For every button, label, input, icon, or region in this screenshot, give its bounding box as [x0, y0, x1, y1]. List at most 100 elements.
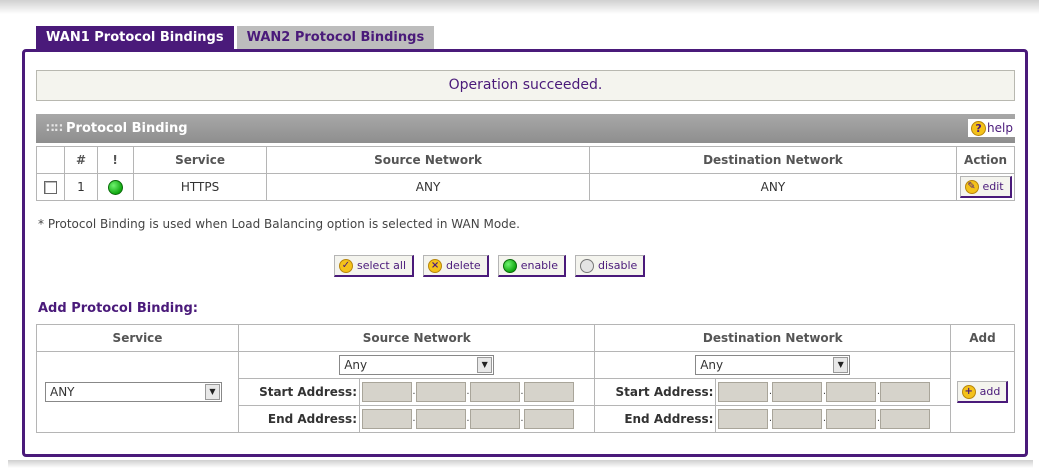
- add-button-cell: + add: [950, 351, 1015, 433]
- source-end-octet-2[interactable]: [416, 409, 466, 429]
- add-col-service: Service: [36, 324, 239, 352]
- col-service: Service: [132, 146, 268, 174]
- destination-start-octet-1[interactable]: [718, 382, 769, 402]
- disable-button[interactable]: disable: [575, 255, 646, 277]
- add-col-add: Add: [950, 324, 1015, 352]
- destination-value: Any: [700, 358, 724, 372]
- load-balancing-note: * Protocol Binding is used when Load Bal…: [38, 217, 520, 231]
- destination-start-cell: . . .: [715, 378, 951, 406]
- row-destination: ANY: [588, 173, 958, 201]
- row-select-cell: [35, 173, 66, 201]
- top-shade: [0, 0, 1039, 14]
- destination-select-cell: Any ▼: [594, 351, 951, 379]
- protocol-binding-table: # ! Service Source Network Destination N…: [35, 146, 1015, 201]
- source-value: Any: [344, 358, 368, 372]
- source-end-ip: . . .: [360, 409, 594, 429]
- destination-end-ip: . . .: [716, 409, 950, 429]
- col-index: #: [64, 146, 98, 174]
- destination-end-cell: . . .: [715, 405, 951, 433]
- add-binding-title: Add Protocol Binding:: [38, 301, 198, 316]
- source-end-octet-1[interactable]: [362, 409, 412, 429]
- source-start-ip: . . .: [360, 382, 594, 402]
- col-destination-network: Destination Network: [588, 146, 958, 174]
- service-select[interactable]: ANY ▼: [45, 382, 222, 402]
- add-label: add: [979, 385, 1001, 398]
- source-end-label: End Address:: [238, 405, 360, 433]
- source-select-cell: Any ▼: [237, 351, 596, 379]
- frame-shadow: [8, 460, 1033, 468]
- row-source: ANY: [266, 173, 590, 201]
- chevron-down-icon: ▼: [205, 384, 220, 400]
- row-checkbox[interactable]: [44, 181, 58, 194]
- source-start-octet-3[interactable]: [470, 382, 520, 402]
- source-end-octet-3[interactable]: [470, 409, 520, 429]
- destination-end-label: End Address:: [594, 405, 717, 433]
- service-cell: ANY ▼: [36, 351, 239, 433]
- plus-icon: +: [961, 384, 976, 399]
- x-icon: ×: [428, 258, 443, 273]
- row-service: HTTPS: [132, 173, 268, 201]
- source-start-octet-4[interactable]: [524, 382, 574, 402]
- destination-end-octet-1[interactable]: [718, 409, 769, 429]
- table-header-row: # ! Service Source Network Destination N…: [35, 146, 1015, 174]
- protocol-binding-header: ∷∷ Protocol Binding ? help: [36, 114, 1015, 143]
- add-header-row: Service Source Network Destination Netwo…: [36, 324, 1015, 352]
- destination-start-label: Start Address:: [594, 378, 717, 406]
- add-button[interactable]: + add: [956, 381, 1009, 403]
- enable-button[interactable]: enable: [497, 255, 566, 277]
- destination-start-ip: . . .: [716, 382, 950, 402]
- delete-label: delete: [446, 259, 481, 272]
- destination-start-octet-3[interactable]: [826, 382, 877, 402]
- add-col-source-network: Source Network: [237, 324, 596, 352]
- destination-end-octet-4[interactable]: [880, 409, 931, 429]
- pencil-icon: ✎: [964, 179, 979, 194]
- destination-network-select[interactable]: Any ▼: [695, 355, 851, 375]
- network-select-row: ANY ▼ Any ▼ Any ▼ + add: [36, 351, 1015, 433]
- destination-start-octet-4[interactable]: [880, 382, 931, 402]
- status-enabled-icon: [107, 179, 123, 195]
- tab-wan2-protocol-bindings[interactable]: WAN2 Protocol Bindings: [236, 26, 435, 50]
- col-status: !: [96, 146, 134, 174]
- add-binding-table: Service Source Network Destination Netwo…: [36, 324, 1015, 433]
- col-action: Action: [956, 146, 1015, 174]
- select-all-button[interactable]: ✓ select all: [334, 255, 415, 277]
- source-start-octet-1[interactable]: [362, 382, 412, 402]
- tab-wan1-protocol-bindings[interactable]: WAN1 Protocol Bindings: [36, 26, 234, 50]
- table-row: 1 HTTPS ANY ANY ✎ edit: [35, 173, 1015, 201]
- help-link[interactable]: ? help: [968, 119, 1015, 137]
- disable-icon: [580, 258, 594, 273]
- source-end-octet-4[interactable]: [524, 409, 574, 429]
- edit-label: edit: [982, 180, 1004, 193]
- source-end-cell: . . .: [358, 405, 596, 433]
- destination-end-octet-3[interactable]: [826, 409, 877, 429]
- row-status-cell: [96, 173, 134, 201]
- edit-button[interactable]: ✎ edit: [959, 176, 1012, 198]
- destination-start-octet-2[interactable]: [772, 382, 823, 402]
- status-message: Operation succeeded.: [36, 70, 1015, 101]
- select-all-label: select all: [357, 259, 407, 272]
- tab-bar: WAN1 Protocol Bindings WAN2 Protocol Bin…: [36, 26, 437, 50]
- section-title: Protocol Binding: [66, 121, 188, 136]
- source-start-label: Start Address:: [238, 378, 360, 406]
- delete-button[interactable]: × delete: [423, 255, 489, 277]
- row-index: 1: [64, 173, 98, 201]
- destination-end-octet-2[interactable]: [772, 409, 823, 429]
- enable-label: enable: [520, 259, 558, 272]
- grip-icon: ∷∷: [46, 121, 63, 135]
- enable-icon: [502, 258, 517, 273]
- col-source-network: Source Network: [266, 146, 590, 174]
- row-action-cell: ✎ edit: [956, 173, 1015, 201]
- help-icon: ?: [971, 121, 987, 136]
- source-start-cell: . . .: [358, 378, 596, 406]
- source-start-octet-2[interactable]: [416, 382, 466, 402]
- add-col-destination-network: Destination Network: [594, 324, 951, 352]
- source-network-select[interactable]: Any ▼: [339, 355, 495, 375]
- action-buttons: ✓ select all × delete enable disable: [334, 255, 646, 277]
- help-label: help: [987, 121, 1013, 135]
- disable-label: disable: [598, 259, 638, 272]
- check-icon: ✓: [339, 258, 353, 273]
- chevron-down-icon: ▼: [477, 357, 493, 373]
- service-value: ANY: [50, 385, 75, 399]
- col-select: [35, 146, 66, 174]
- chevron-down-icon: ▼: [833, 357, 849, 373]
